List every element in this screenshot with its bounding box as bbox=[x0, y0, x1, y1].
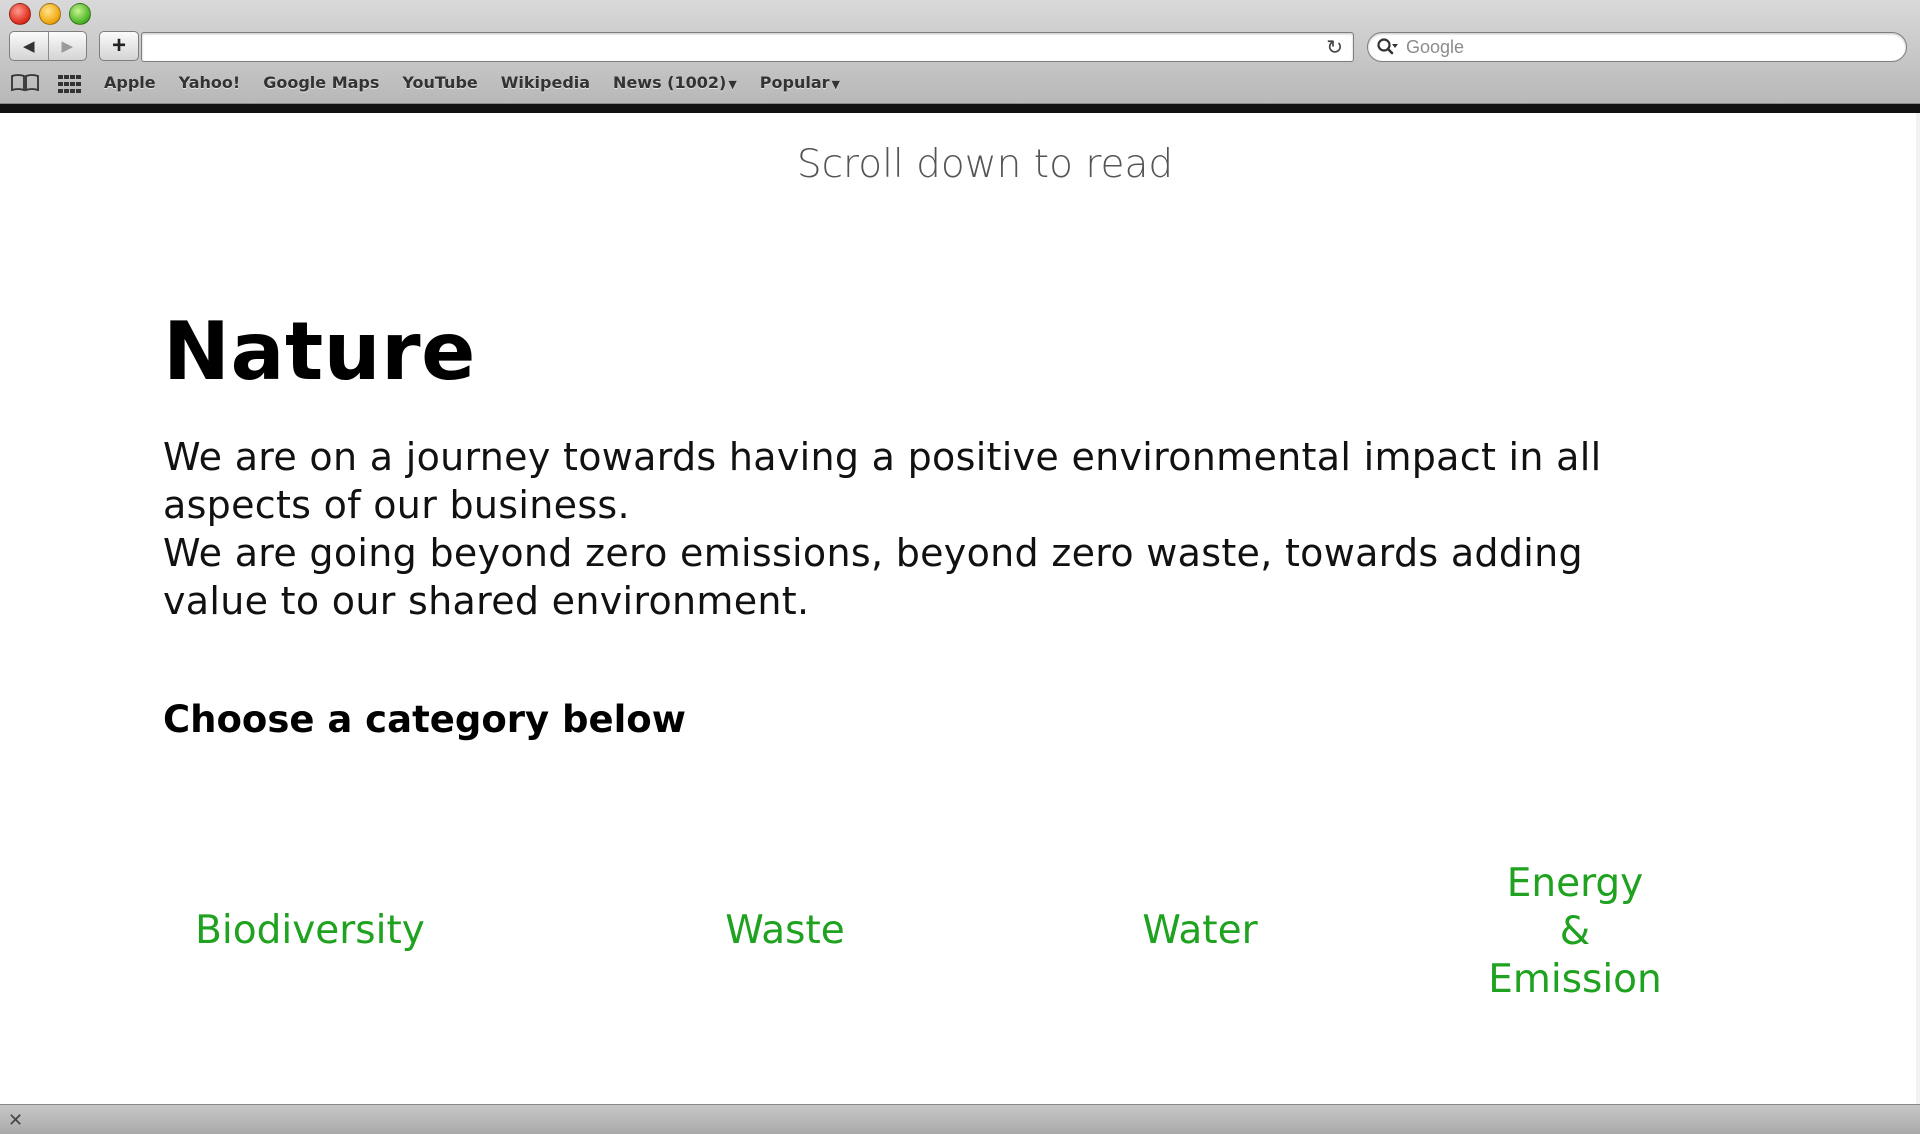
reload-icon[interactable]: ↻ bbox=[1326, 35, 1343, 59]
search-input[interactable] bbox=[1406, 36, 1886, 58]
category-water-link[interactable]: Water bbox=[1065, 907, 1335, 955]
back-button[interactable]: ◀ bbox=[10, 32, 49, 60]
bookmark-yahoo[interactable]: Yahoo! bbox=[179, 73, 241, 92]
book-icon[interactable] bbox=[10, 73, 40, 93]
category-energy-emission-link[interactable]: Energy & Emission bbox=[1450, 860, 1700, 1004]
intro-text: We are on a journey towards having a pos… bbox=[163, 433, 1683, 625]
intro-paragraph: We are on a journey towards having a pos… bbox=[163, 435, 1602, 527]
bookmark-youtube[interactable]: YouTube bbox=[402, 73, 477, 92]
scroll-hint: Scroll down to read bbox=[796, 142, 1174, 187]
bookmarks-bar: Apple Yahoo! Google Maps YouTube Wikiped… bbox=[0, 71, 1920, 97]
browser-toolbar: ◀ ▶ + ↻ Apple bbox=[0, 0, 1920, 104]
top-sites-grid-icon[interactable] bbox=[58, 75, 82, 93]
navigation-toolbar: ◀ ▶ + ↻ bbox=[0, 31, 1920, 65]
category-list: Biodiversity Waste Water Energy & Emissi… bbox=[160, 860, 1680, 1010]
add-bookmark-button[interactable]: + bbox=[99, 31, 139, 61]
bookmark-news-menu[interactable]: News (1002) ▼ bbox=[613, 73, 737, 92]
close-icon[interactable]: ✕ bbox=[8, 1110, 23, 1131]
window-controls bbox=[9, 3, 91, 25]
left-arrow-icon: ◀ bbox=[22, 38, 35, 55]
address-bar[interactable]: ↻ bbox=[141, 32, 1354, 62]
header-image-edge bbox=[0, 104, 1920, 113]
search-icon bbox=[1377, 38, 1398, 55]
search-field[interactable] bbox=[1367, 32, 1907, 62]
history-buttons: ◀ ▶ bbox=[9, 31, 87, 61]
chevron-down-icon: ▼ bbox=[728, 78, 737, 91]
minimize-window-button[interactable] bbox=[39, 3, 61, 25]
chevron-down-icon: ▼ bbox=[831, 78, 840, 91]
bookmark-wikipedia[interactable]: Wikipedia bbox=[501, 73, 590, 92]
bookmark-news-label: News (1002) bbox=[613, 73, 727, 92]
forward-button[interactable]: ▶ bbox=[49, 32, 87, 60]
status-bar: ✕ bbox=[0, 1104, 1920, 1134]
zoom-window-button[interactable] bbox=[69, 3, 91, 25]
close-window-button[interactable] bbox=[9, 3, 31, 25]
bookmark-apple[interactable]: Apple bbox=[104, 73, 156, 92]
category-waste-link[interactable]: Waste bbox=[650, 907, 920, 955]
bookmark-popular-menu[interactable]: Popular ▼ bbox=[760, 73, 840, 92]
page-title: Nature bbox=[163, 305, 476, 398]
bookmark-google-maps[interactable]: Google Maps bbox=[263, 73, 379, 92]
category-biodiversity-link[interactable]: Biodiversity bbox=[160, 907, 460, 955]
bookmark-popular-label: Popular bbox=[759, 73, 830, 92]
bookmark-links: Apple Yahoo! Google Maps YouTube Wikiped… bbox=[104, 73, 840, 92]
category-heading: Choose a category below bbox=[163, 698, 686, 741]
intro-paragraph: We are going beyond zero emissions, beyo… bbox=[163, 531, 1583, 623]
right-arrow-icon: ▶ bbox=[61, 38, 74, 55]
plus-icon: + bbox=[111, 32, 126, 59]
scrollbar[interactable] bbox=[1916, 113, 1920, 1104]
